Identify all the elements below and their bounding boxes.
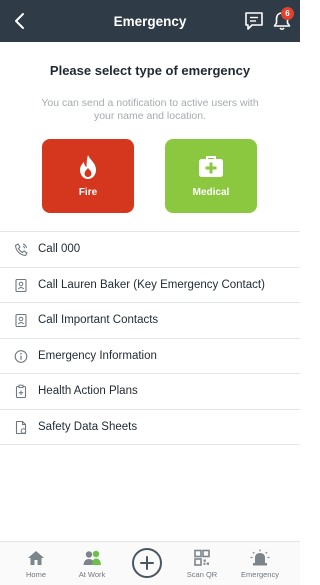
list-item-label: Call Important Contacts	[38, 314, 159, 327]
clipboard-plus-icon	[15, 384, 27, 399]
plus-icon	[140, 556, 154, 570]
messages-button[interactable]	[243, 10, 265, 32]
list-item-emergency-information[interactable]: Emergency Information	[0, 339, 300, 374]
list-item-health-action-plans[interactable]: Health Action Plans	[0, 374, 300, 410]
list-item-call-important-contacts[interactable]: Call Important Contacts	[0, 303, 300, 339]
contact-card-icon	[15, 313, 27, 328]
list-item-label: Call 000	[38, 243, 81, 256]
tab-label: At Work	[78, 570, 106, 579]
medical-label: Medical	[192, 187, 230, 198]
tab-at-work[interactable]: At Work	[64, 542, 120, 585]
section-description: You can send a notification to active us…	[41, 97, 259, 122]
tab-emergency[interactable]: Emergency	[232, 542, 288, 585]
qr-icon	[194, 549, 210, 566]
fire-emergency-button[interactable]: Fire	[42, 139, 134, 213]
list-item-call-key-contact[interactable]: Call Lauren Baker (Key Emergency Contact…	[0, 268, 300, 303]
chat-icon	[245, 12, 263, 30]
back-button[interactable]	[8, 9, 30, 33]
home-icon	[28, 551, 44, 565]
phone-icon	[14, 243, 28, 257]
page-title: Emergency	[113, 13, 187, 29]
emergency-actions-list: Call 000 Call Lauren Baker (Key Emergenc…	[0, 231, 300, 445]
medical-kit-icon	[199, 156, 223, 177]
top-app-bar: Emergency 6	[0, 0, 300, 42]
fire-label: Fire	[78, 187, 98, 198]
tab-scan-qr[interactable]: Scan QR	[174, 542, 230, 585]
users-icon	[83, 550, 101, 565]
info-icon	[14, 349, 28, 363]
list-item-label: Health Action Plans	[38, 385, 138, 398]
tab-label: Scan QR	[186, 570, 218, 579]
tab-label: Emergency	[241, 570, 279, 579]
list-item-label: Emergency Information	[38, 349, 157, 362]
list-item-label: Call Lauren Baker (Key Emergency Contact…	[38, 278, 265, 291]
list-item-call-000[interactable]: Call 000	[0, 232, 300, 268]
add-button[interactable]	[132, 548, 162, 578]
section-heading: Please select type of emergency	[49, 63, 251, 78]
chevron-left-icon	[15, 13, 24, 29]
tab-home[interactable]: Home	[8, 542, 64, 585]
siren-icon	[250, 549, 270, 566]
notification-count-badge: 6	[281, 7, 294, 20]
list-item-safety-data-sheets[interactable]: Safety Data Sheets	[0, 410, 300, 445]
fire-icon	[80, 155, 96, 179]
contact-card-icon	[15, 278, 27, 292]
document-icon	[15, 420, 27, 434]
tab-label: Home	[25, 570, 46, 579]
medical-emergency-button[interactable]: Medical	[165, 139, 257, 213]
list-item-label: Safety Data Sheets	[38, 420, 138, 433]
